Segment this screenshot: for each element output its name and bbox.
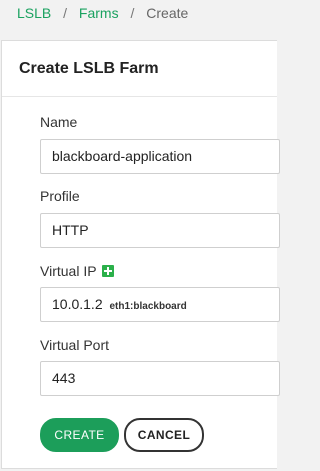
virtual-ip-interface: eth1:blackboard (109, 301, 187, 312)
virtual-ip-select[interactable]: 10.0.1.2 eth1:blackboard (40, 287, 280, 322)
virtual-ip-label: Virtual IP (40, 263, 97, 279)
virtual-port-label: Virtual Port (40, 337, 109, 353)
breadcrumb-separator: / (130, 5, 135, 21)
virtual-ip-label-row: Virtual IP (40, 263, 114, 279)
add-virtual-ip-icon[interactable] (101, 265, 114, 277)
create-farm-card: Create LSLB Farm Name blackboard-applica… (1, 40, 280, 469)
virtual-ip-value: 10.0.1.2 (52, 296, 103, 312)
breadcrumb: LSLB / Farms / Create (17, 5, 188, 21)
profile-label: Profile (40, 188, 80, 204)
breadcrumb-separator: / (63, 5, 68, 21)
breadcrumb-farms-link[interactable]: Farms (79, 5, 119, 21)
create-button[interactable]: CREATE (40, 418, 119, 452)
card-title: Create LSLB Farm (19, 60, 159, 77)
name-label: Name (40, 114, 78, 130)
cancel-button[interactable]: CANCEL (124, 418, 204, 452)
breadcrumb-current: Create (146, 5, 189, 21)
card-header: Create LSLB Farm (2, 41, 277, 97)
name-input[interactable]: blackboard-application (40, 139, 280, 174)
profile-select[interactable]: HTTP (40, 213, 280, 248)
breadcrumb-lslb-link[interactable]: LSLB (17, 5, 51, 21)
virtual-port-input[interactable]: 443 (40, 361, 280, 396)
